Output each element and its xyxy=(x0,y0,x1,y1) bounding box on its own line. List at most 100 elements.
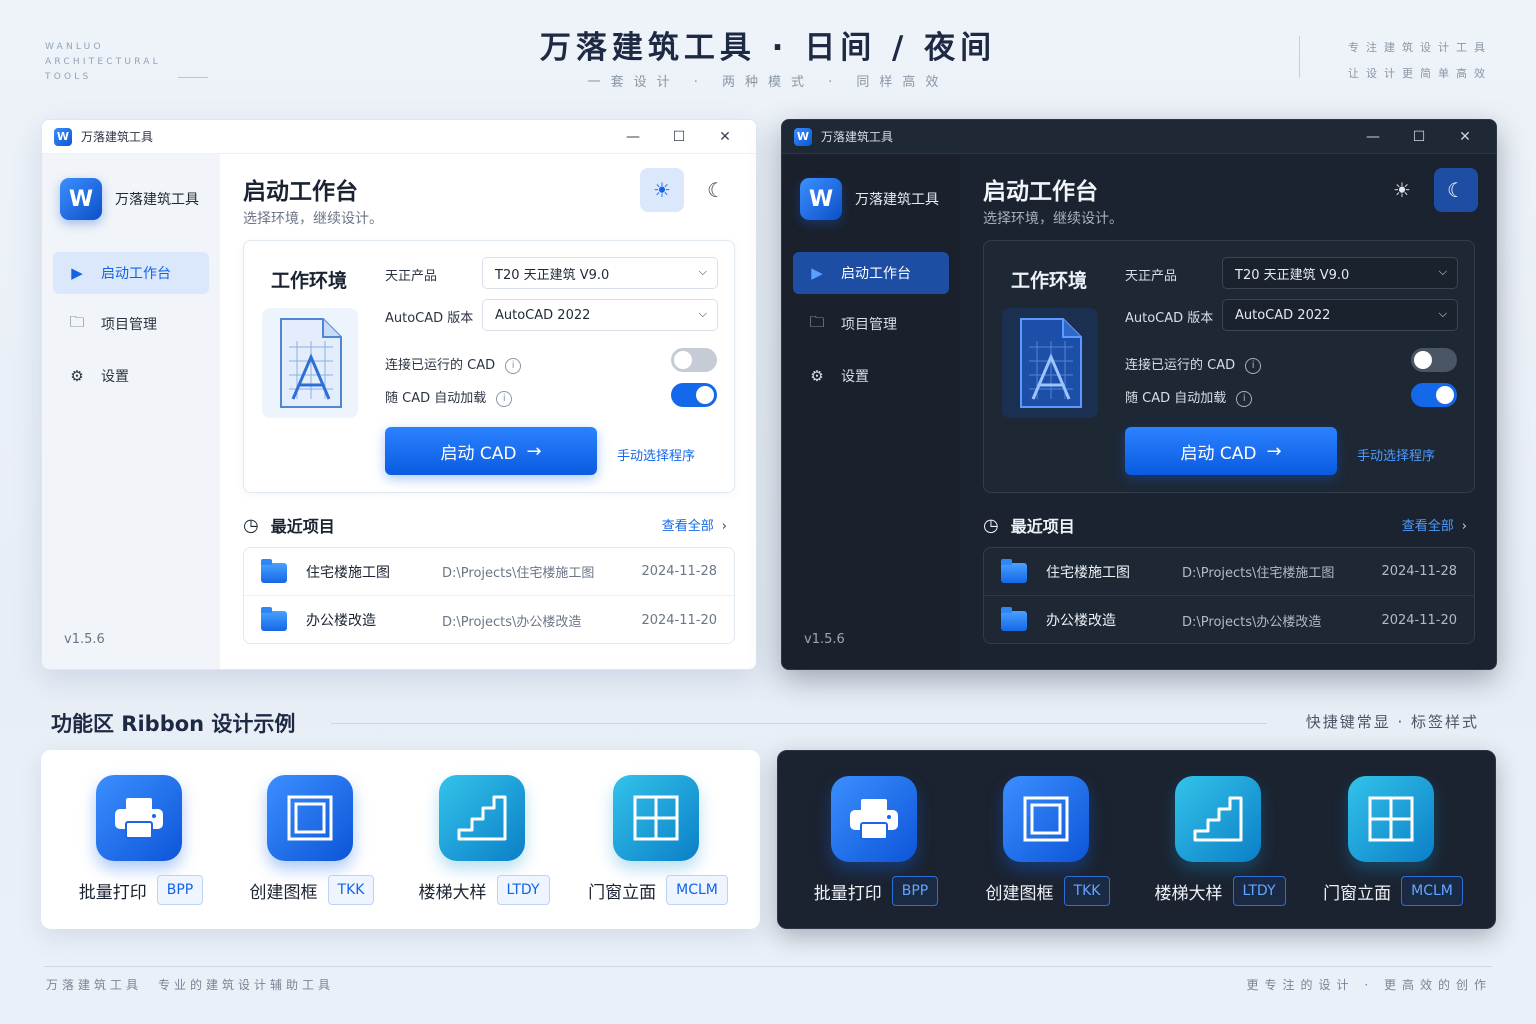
tool-stair-detail[interactable]: 楼梯大样 LTDY xyxy=(399,775,569,915)
autocad-value: AutoCAD 2022 xyxy=(1235,307,1331,323)
shortcut-badge: BPP xyxy=(156,875,204,905)
tool-stair-detail[interactable]: 楼梯大样 LTDY xyxy=(1135,776,1305,916)
view-all-label: 查看全部 xyxy=(661,519,714,534)
project-date: 2024-11-28 xyxy=(641,564,717,579)
frame-icon xyxy=(1003,776,1089,862)
app-name: 万落建筑工具 xyxy=(855,192,939,208)
sidebar-item-label: 设置 xyxy=(841,369,869,385)
app-logo-icon: W xyxy=(54,127,72,146)
project-name: 住宅楼施工图 xyxy=(1046,564,1130,581)
shortcut-badge: BPP xyxy=(891,876,939,906)
main-content: 启动工作台 选择环境，继续设计。 ☀ ☾ 工作环境 天正产品 T20 天正建筑 … xyxy=(220,154,756,669)
clock-icon: ◷ xyxy=(243,514,259,536)
product-select[interactable]: T20 天正建筑 V9.0 ⌵ xyxy=(482,257,718,289)
printer-icon xyxy=(96,775,182,861)
shortcut-badge: MCLM xyxy=(666,875,728,905)
sidebar-item-settings[interactable]: ⚙ 设置 xyxy=(53,355,209,397)
recent-title: 最近项目 xyxy=(1010,517,1075,536)
tool-name: 楼梯大样 xyxy=(418,882,487,903)
tool-door-window-elevation[interactable]: 门窗立面 MCLM xyxy=(1308,776,1478,916)
list-item[interactable]: 办公楼改造 D:\Projects\办公楼改造 2024-11-20 xyxy=(984,596,1474,644)
autocad-select[interactable]: AutoCAD 2022 ⌵ xyxy=(1222,299,1458,331)
chevron-down-icon: ⌵ xyxy=(698,265,707,278)
view-all-link[interactable]: 查看全部 › xyxy=(662,515,727,534)
product-label: 天正产品 xyxy=(1125,269,1178,284)
sidebar-item-projects[interactable]: 🗀 项目管理 xyxy=(793,303,949,345)
minimize-button[interactable]: — xyxy=(610,120,656,154)
shortcut-badge: LTDY xyxy=(496,875,550,905)
autoload-label: 随 CAD 自动加载 xyxy=(1125,391,1227,406)
window-title: 万落建筑工具 xyxy=(81,130,154,144)
connect-cad-toggle[interactable] xyxy=(1411,348,1457,372)
sidebar-item-workbench[interactable]: ▶ 启动工作台 xyxy=(793,252,949,294)
workbench-subtitle: 选择环境，继续设计。 xyxy=(983,211,1123,227)
close-button[interactable]: ✕ xyxy=(702,120,748,154)
sidebar-item-label: 设置 xyxy=(101,369,129,385)
tagline-divider xyxy=(1299,36,1300,78)
sidebar-item-projects[interactable]: 🗀 项目管理 xyxy=(53,303,209,345)
tool-name: 楼梯大样 xyxy=(1154,883,1223,904)
recent-list: 住宅楼施工图 D:\Projects\住宅楼施工图 2024-11-28 办公楼… xyxy=(243,547,735,644)
app-logo-icon: W xyxy=(794,127,812,146)
info-icon[interactable]: i xyxy=(1245,357,1262,374)
shortcut-badge: LTDY xyxy=(1232,876,1286,906)
dark-theme-button[interactable]: ☾ xyxy=(1434,168,1478,212)
dark-theme-button[interactable]: ☾ xyxy=(694,168,738,212)
project-date: 2024-11-20 xyxy=(1381,612,1457,628)
light-theme-button[interactable]: ☀ xyxy=(1380,168,1424,212)
shortcut-badge: MCLM xyxy=(1401,876,1463,906)
tool-label: 批量打印 BPP xyxy=(56,875,226,905)
manual-select-link[interactable]: 手动选择程序 xyxy=(617,445,695,464)
product-select[interactable]: T20 天正建筑 V9.0 ⌵ xyxy=(1222,257,1458,289)
tool-batch-print[interactable]: 批量打印 BPP xyxy=(791,776,961,916)
manual-select-link[interactable]: 手动选择程序 xyxy=(1357,445,1435,464)
list-item[interactable]: 住宅楼施工图 D:\Projects\住宅楼施工图 2024-11-28 xyxy=(984,548,1474,596)
window-title: 万落建筑工具 xyxy=(821,130,894,144)
autoload-row: 随 CAD 自动加载 i xyxy=(1125,387,1253,407)
frame-icon xyxy=(267,775,353,861)
autoload-toggle[interactable] xyxy=(1411,383,1457,407)
close-button[interactable]: ✕ xyxy=(1442,120,1488,154)
sidebar-item-label: 项目管理 xyxy=(841,317,897,333)
dark-ribbon-panel: 批量打印 BPP 创建图框 TKK 楼梯大样 LTDY 门窗立面 MCLM xyxy=(777,750,1496,929)
tagline-line-1: 专注建筑设计工具 xyxy=(1348,41,1492,54)
workbench-title: 启动工作台 xyxy=(983,179,1098,205)
sidebar-item-label: 项目管理 xyxy=(101,317,157,333)
workbench-title: 启动工作台 xyxy=(243,179,358,205)
tool-name: 创建图框 xyxy=(249,882,318,903)
maximize-button[interactable]: ☐ xyxy=(656,120,702,154)
autoload-toggle[interactable] xyxy=(671,383,717,407)
tool-door-window-elevation[interactable]: 门窗立面 MCLM xyxy=(573,775,743,915)
autocad-select[interactable]: AutoCAD 2022 ⌵ xyxy=(482,299,718,331)
sidebar-item-settings[interactable]: ⚙ 设置 xyxy=(793,355,949,397)
product-label: 天正产品 xyxy=(385,269,438,284)
sidebar-item-workbench[interactable]: ▶ 启动工作台 xyxy=(53,252,209,294)
launch-cad-button[interactable]: 启动 CAD → xyxy=(1125,427,1337,475)
arrow-right-icon: → xyxy=(526,440,542,462)
minimize-button[interactable]: — xyxy=(1350,120,1396,154)
tool-create-frame[interactable]: 创建图框 TKK xyxy=(227,775,397,915)
folder-icon xyxy=(261,607,287,631)
tool-batch-print[interactable]: 批量打印 BPP xyxy=(56,775,226,915)
launch-cad-button[interactable]: 启动 CAD → xyxy=(385,427,597,475)
list-item[interactable]: 住宅楼施工图 D:\Projects\住宅楼施工图 2024-11-28 xyxy=(244,548,734,596)
window-controls: — ☐ ✕ xyxy=(1350,120,1488,154)
window-icon xyxy=(1348,776,1434,862)
autocad-file-icon xyxy=(1002,308,1098,418)
tool-create-frame[interactable]: 创建图框 TKK xyxy=(963,776,1133,916)
info-icon[interactable]: i xyxy=(1236,390,1253,407)
view-all-link[interactable]: 查看全部 › xyxy=(1402,515,1467,534)
connect-cad-toggle[interactable] xyxy=(671,348,717,372)
light-theme-button[interactable]: ☀ xyxy=(640,168,684,212)
toggle-knob xyxy=(1436,386,1454,404)
info-icon[interactable]: i xyxy=(505,357,522,374)
title-bar[interactable]: W 万落建筑工具 — ☐ ✕ xyxy=(42,120,756,154)
page-subtitle: 一套设计 · 两种模式 · 同样高效 xyxy=(587,75,949,90)
info-icon[interactable]: i xyxy=(496,390,513,407)
list-item[interactable]: 办公楼改造 D:\Projects\办公楼改造 2024-11-20 xyxy=(244,596,734,644)
autocad-file-icon xyxy=(262,308,358,418)
app-logo-icon: W xyxy=(60,178,102,220)
title-bar[interactable]: W 万落建筑工具 — ☐ ✕ xyxy=(782,120,1496,154)
maximize-button[interactable]: ☐ xyxy=(1396,120,1442,154)
chevron-right-icon: › xyxy=(1461,519,1467,534)
